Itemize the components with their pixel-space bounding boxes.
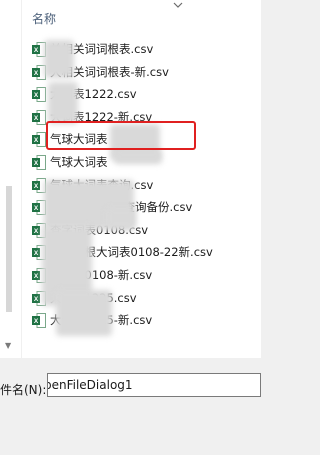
svg-text:X: X	[34, 115, 39, 122]
svg-text:X: X	[34, 160, 39, 167]
svg-text:X: X	[34, 228, 39, 235]
filename-field[interactable]: penFileDialog1	[47, 373, 261, 397]
excel-file-icon: X	[32, 109, 46, 125]
excel-file-icon: X	[32, 132, 46, 148]
svg-text:X: X	[34, 183, 39, 190]
file-list-view: 名称 X 关相关词词根表.csv X 大相关词词根表-新.csv X 大词表12…	[22, 0, 261, 358]
bottom-panel: 件名(N): penFileDialog1	[0, 358, 261, 455]
filename-value: penFileDialog1	[47, 378, 133, 392]
red-highlight-box	[46, 121, 196, 150]
svg-text:X: X	[34, 205, 39, 212]
privacy-blur	[114, 150, 162, 164]
privacy-blur	[48, 82, 78, 124]
svg-text:X: X	[34, 70, 39, 77]
excel-file-icon: X	[32, 313, 46, 329]
excel-file-icon: X	[32, 87, 46, 103]
privacy-blur	[56, 290, 112, 336]
navigation-scrollbar[interactable]	[6, 186, 12, 312]
sort-chevron-icon[interactable]	[173, 0, 183, 10]
column-header-name[interactable]: 名称	[32, 10, 56, 27]
svg-text:X: X	[34, 318, 39, 325]
privacy-blur	[44, 40, 74, 78]
svg-text:X: X	[34, 250, 39, 257]
excel-file-icon: X	[32, 154, 46, 170]
svg-text:X: X	[34, 273, 39, 280]
filename-label: 件名(N):	[0, 383, 47, 397]
svg-text:X: X	[34, 47, 39, 54]
svg-text:X: X	[34, 296, 39, 303]
svg-text:X: X	[34, 92, 39, 99]
scroll-down-arrow-icon[interactable]: ▼	[5, 342, 11, 350]
privacy-blur	[106, 208, 136, 228]
svg-text:X: X	[34, 137, 39, 144]
file-name: 气球大词表	[50, 154, 108, 169]
navigation-pane: ▼	[0, 0, 21, 358]
